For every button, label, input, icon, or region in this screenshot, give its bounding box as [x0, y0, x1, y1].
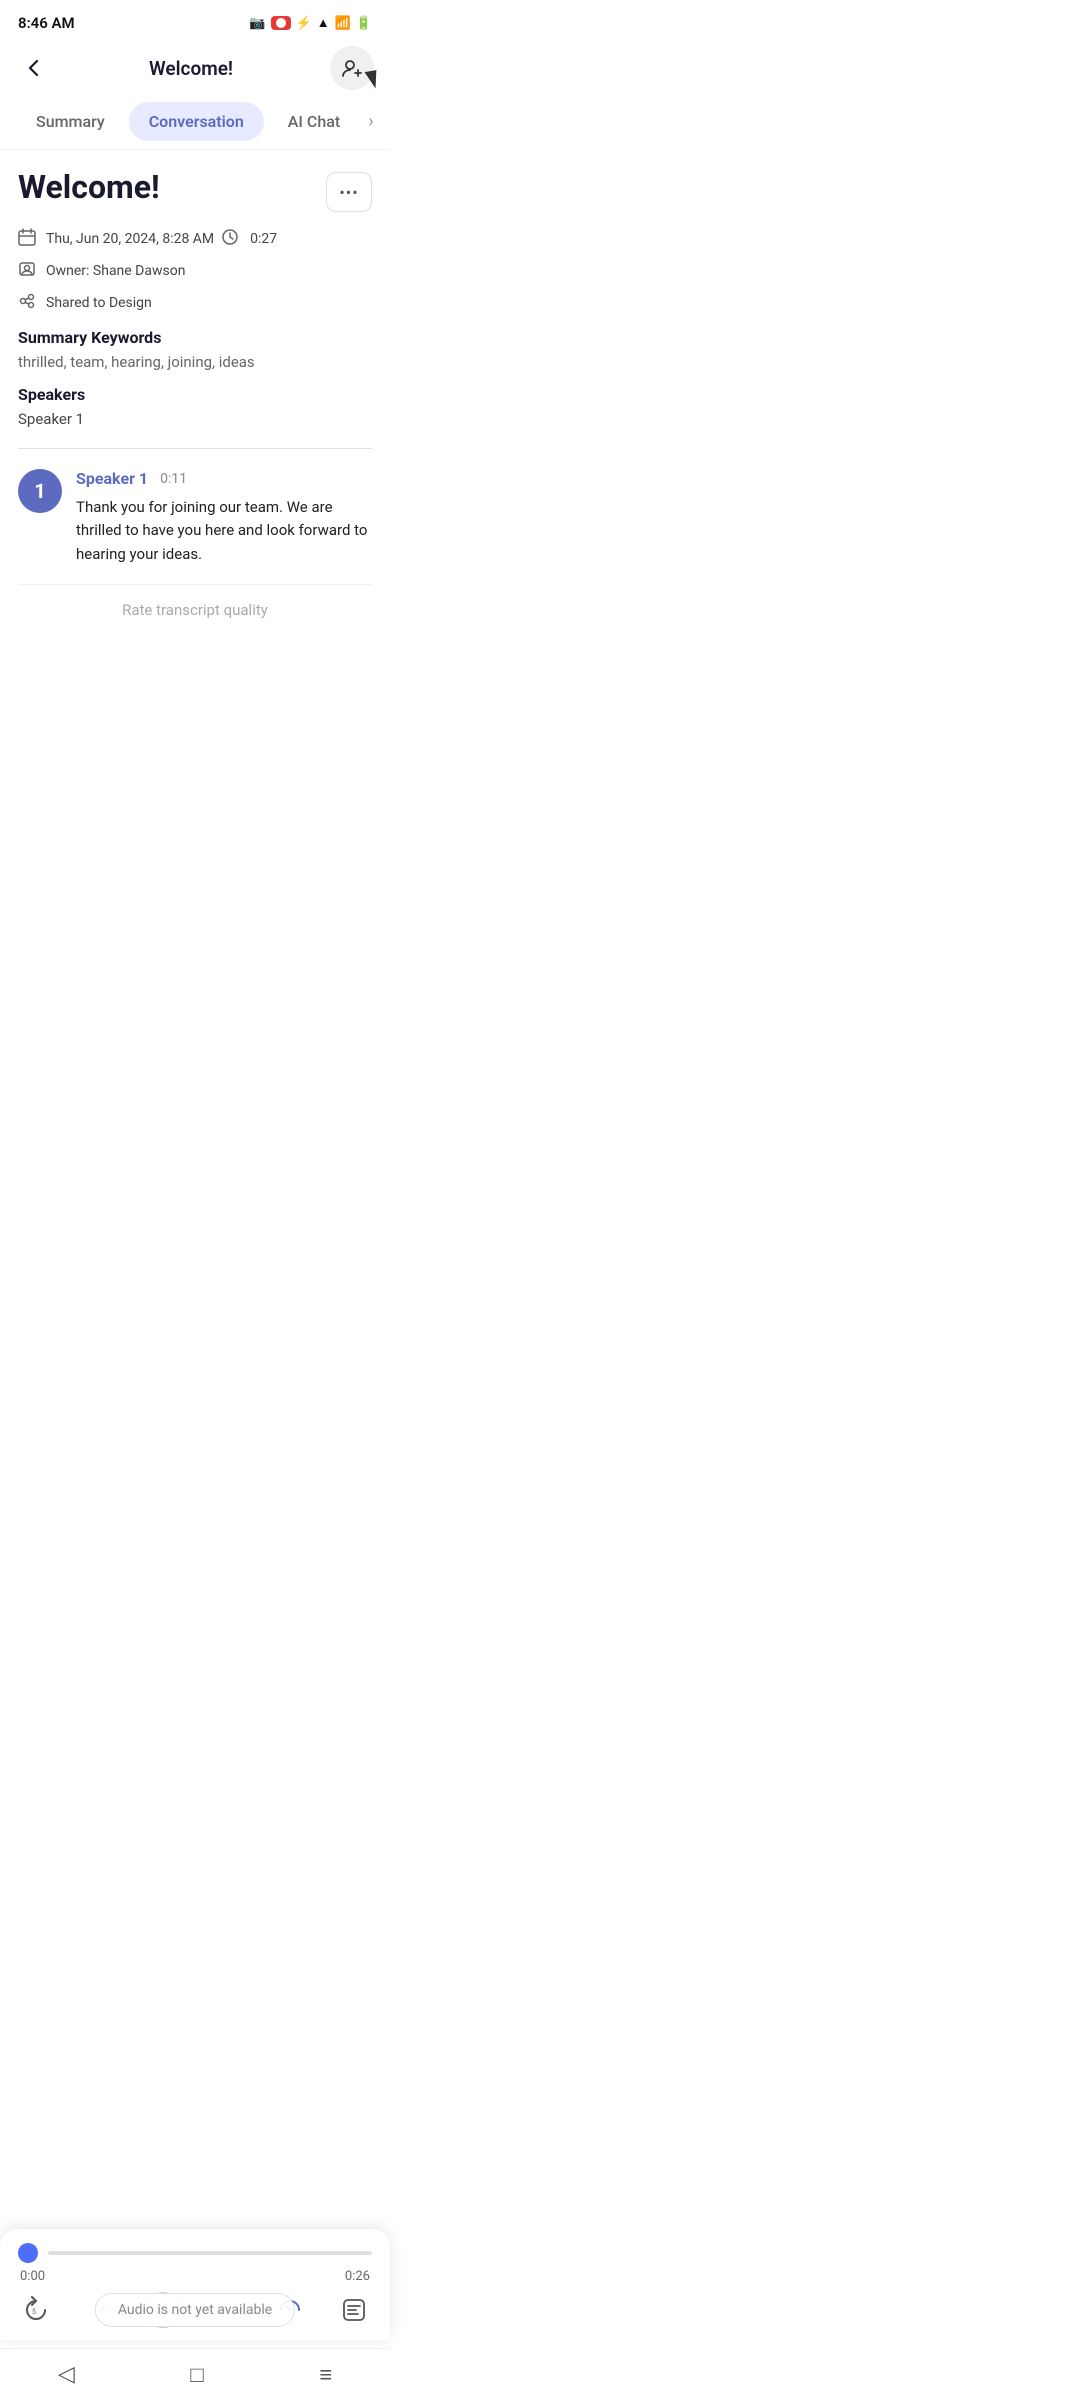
meta-shared-row: Shared to Design: [18, 292, 372, 314]
message-text: Thank you for joining our team. We are t…: [76, 496, 372, 566]
meeting-duration: 0:27: [250, 231, 277, 247]
nav-bar: ◁ □ ≡: [0, 2348, 390, 2400]
message-timestamp: 0:11: [160, 471, 187, 487]
main-content: Welcome! ••• Thu, Jun 20, 2024, 8:28 AM …: [0, 150, 390, 619]
meeting-header: Welcome! •••: [18, 168, 372, 212]
status-icons: 📷 ⚡ ▲ 📶 🔋: [249, 15, 372, 31]
meeting-owner: Owner: Shane Dawson: [46, 263, 185, 279]
clock-icon: [222, 229, 242, 249]
owner-icon: [18, 260, 38, 282]
wifi-icon: 📶: [335, 16, 351, 31]
current-time: 0:00: [20, 2269, 45, 2284]
nav-home-button[interactable]: □: [182, 2354, 211, 2396]
rate-transcript-bar[interactable]: Rate transcript quality: [18, 584, 372, 619]
meta-owner-row: Owner: Shane Dawson: [18, 260, 372, 282]
speaker-avatar: 1: [18, 469, 62, 513]
keywords-label: Summary Keywords: [18, 328, 372, 347]
add-participant-button[interactable]: [330, 46, 374, 90]
more-options-button[interactable]: •••: [326, 172, 372, 212]
progress-track[interactable]: [48, 2251, 372, 2255]
nav-menu-button[interactable]: ≡: [311, 2354, 340, 2396]
bluetooth-icon: ⚡: [296, 16, 312, 31]
battery-icon: 🔋: [356, 16, 372, 31]
rate-label: Rate transcript quality: [122, 601, 268, 619]
tab-conversation[interactable]: Conversation: [129, 102, 264, 141]
meeting-shared: Shared to Design: [46, 295, 152, 311]
status-bar: 8:46 AM 📷 ⚡ ▲ 📶 🔋: [0, 0, 390, 42]
camera-icon: 📷: [249, 16, 265, 31]
record-icon: [271, 16, 291, 30]
audio-unavailable-msg: Audio is not yet available: [95, 2293, 295, 2327]
rewind-button[interactable]: 5: [18, 2292, 54, 2328]
status-time: 8:46 AM: [18, 14, 75, 32]
tab-aichat[interactable]: AI Chat: [268, 102, 360, 141]
meta-date-row: Thu, Jun 20, 2024, 8:28 AM 0:27: [18, 228, 372, 250]
transcript-button[interactable]: [336, 2292, 372, 2328]
total-time: 0:26: [345, 2269, 370, 2284]
page-title: Welcome!: [149, 57, 233, 80]
keywords-text: thrilled, team, hearing, joining, ideas: [18, 353, 372, 371]
section-divider: [18, 448, 372, 449]
time-row: 0:00 0:26: [18, 2269, 372, 2284]
shared-icon: [18, 292, 38, 314]
message-body: Speaker 1 0:11 Thank you for joining our…: [76, 469, 372, 566]
message-row: 1 Speaker 1 0:11 Thank you for joining o…: [18, 469, 372, 566]
calendar-icon: [18, 228, 38, 250]
meeting-title: Welcome!: [18, 168, 160, 206]
controls-row: 5: [18, 2292, 372, 2328]
speakers-label: Speakers: [18, 385, 372, 404]
signal-icon: ▲: [317, 15, 330, 31]
header: Welcome!: [0, 42, 390, 94]
progress-dot[interactable]: [18, 2243, 38, 2263]
tab-summary[interactable]: Summary: [16, 102, 125, 141]
tabs-more[interactable]: ›: [364, 111, 377, 132]
svg-text:5: 5: [32, 2308, 36, 2316]
speakers-list: Speaker 1: [18, 410, 372, 428]
nav-back-button[interactable]: ◁: [50, 2354, 83, 2395]
progress-row: [18, 2243, 372, 2263]
audio-player: 0:00 0:26 5: [0, 2229, 390, 2340]
back-button[interactable]: [16, 50, 52, 86]
meeting-date: Thu, Jun 20, 2024, 8:28 AM: [46, 231, 214, 247]
message-header: Speaker 1 0:11: [76, 469, 372, 488]
speaker-name: Speaker 1: [76, 469, 148, 488]
tabs-bar: Summary Conversation AI Chat ›: [0, 94, 390, 150]
